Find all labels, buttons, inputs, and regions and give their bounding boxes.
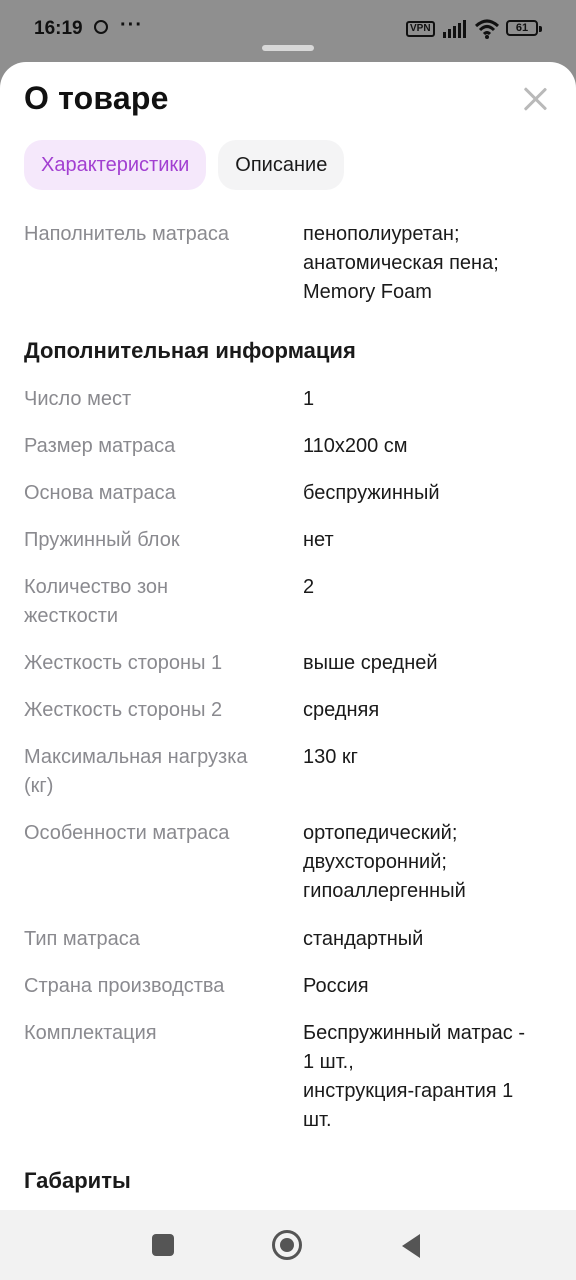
tab-bar: Характеристики Описание: [24, 140, 345, 190]
spec-value: средняя: [303, 699, 380, 721]
spec-value: пенополиуретан; анатомическая пена; Memo…: [303, 220, 553, 307]
spec-key: Максимальная нагрузка (кг): [24, 743, 286, 801]
signal-icon: [443, 20, 466, 38]
spec-value: 1: [303, 388, 315, 410]
system-nav-bar: [0, 1210, 576, 1280]
spec-value-line: шт.: [303, 1109, 332, 1131]
spec-value: Беспружинный матрас - 1 шт., инструкция-…: [303, 1019, 553, 1135]
spec-value: ортопедический; двухсторонний; гипоаллер…: [303, 819, 553, 906]
tab-characteristics[interactable]: Характеристики: [24, 140, 207, 190]
spec-value: 130 кг: [303, 746, 358, 768]
spec-value: нет: [303, 529, 334, 551]
spec-key: Количество зон жесткости: [24, 573, 286, 631]
more-notifications-icon: ···: [120, 14, 143, 36]
recent-apps-icon[interactable]: [152, 1234, 174, 1256]
spec-key: Жесткость стороны 2: [24, 699, 223, 721]
spec-key: Страна производства: [24, 975, 225, 997]
spec-value-line: инструкция-гарантия 1: [303, 1080, 514, 1102]
close-icon[interactable]: [520, 84, 550, 114]
message-notification-icon: [94, 20, 108, 34]
spec-value-line: Memory Foam: [303, 281, 432, 303]
tab-description[interactable]: Описание: [218, 140, 345, 190]
spec-value: 110x200 см: [303, 435, 408, 457]
sheet-drag-handle[interactable]: [262, 45, 314, 51]
spec-value-line: гипоаллергенный: [303, 880, 466, 902]
spec-value: Россия: [303, 975, 369, 997]
spec-value-line: Беспружинный матрас -: [303, 1022, 526, 1044]
product-info-sheet: О товаре Характеристики Описание Наполни…: [0, 62, 576, 1210]
spec-key: Размер матраса: [24, 435, 176, 457]
spec-value: выше средней: [303, 652, 438, 674]
spec-value: стандартный: [303, 928, 424, 950]
spec-key-line: Максимальная нагрузка: [24, 746, 248, 768]
spec-value-line: пенополиуретан;: [303, 223, 460, 245]
back-icon[interactable]: [402, 1234, 420, 1258]
section-heading-dimensions: Габариты: [24, 1168, 131, 1193]
spec-key: Жесткость стороны 1: [24, 652, 223, 674]
home-icon[interactable]: [272, 1230, 302, 1260]
spec-key-line: жесткости: [24, 605, 119, 627]
vpn-icon: VPN: [406, 21, 435, 37]
spec-key-line: (кг): [24, 775, 54, 797]
spec-key: Особенности матраса: [24, 822, 230, 844]
status-bar: 16:19 ··· VPN 61: [0, 0, 576, 60]
spec-value: беспружинный: [303, 482, 440, 504]
spec-key: Пружинный блок: [24, 529, 180, 551]
spec-value: 2: [303, 576, 315, 598]
wifi-icon: [474, 19, 500, 39]
spec-value-line: анатомическая пена;: [303, 252, 499, 274]
spec-key-line: Количество зон: [24, 576, 169, 598]
sheet-title: О товаре: [24, 80, 169, 116]
status-time: 16:19: [34, 18, 83, 39]
spec-key: Комплектация: [24, 1022, 157, 1044]
spec-value-line: двухсторонний;: [303, 851, 447, 873]
spec-value-line: 1 шт.,: [303, 1051, 354, 1073]
battery-icon: 61: [506, 20, 542, 36]
section-heading-additional: Дополнительная информация: [24, 338, 356, 363]
spec-key: Тип матраса: [24, 928, 140, 950]
spec-key: Основа матраса: [24, 482, 176, 504]
spec-key: Число мест: [24, 388, 132, 410]
spec-value-line: ортопедический;: [303, 822, 458, 844]
spec-key: Наполнитель матраса: [24, 223, 229, 245]
